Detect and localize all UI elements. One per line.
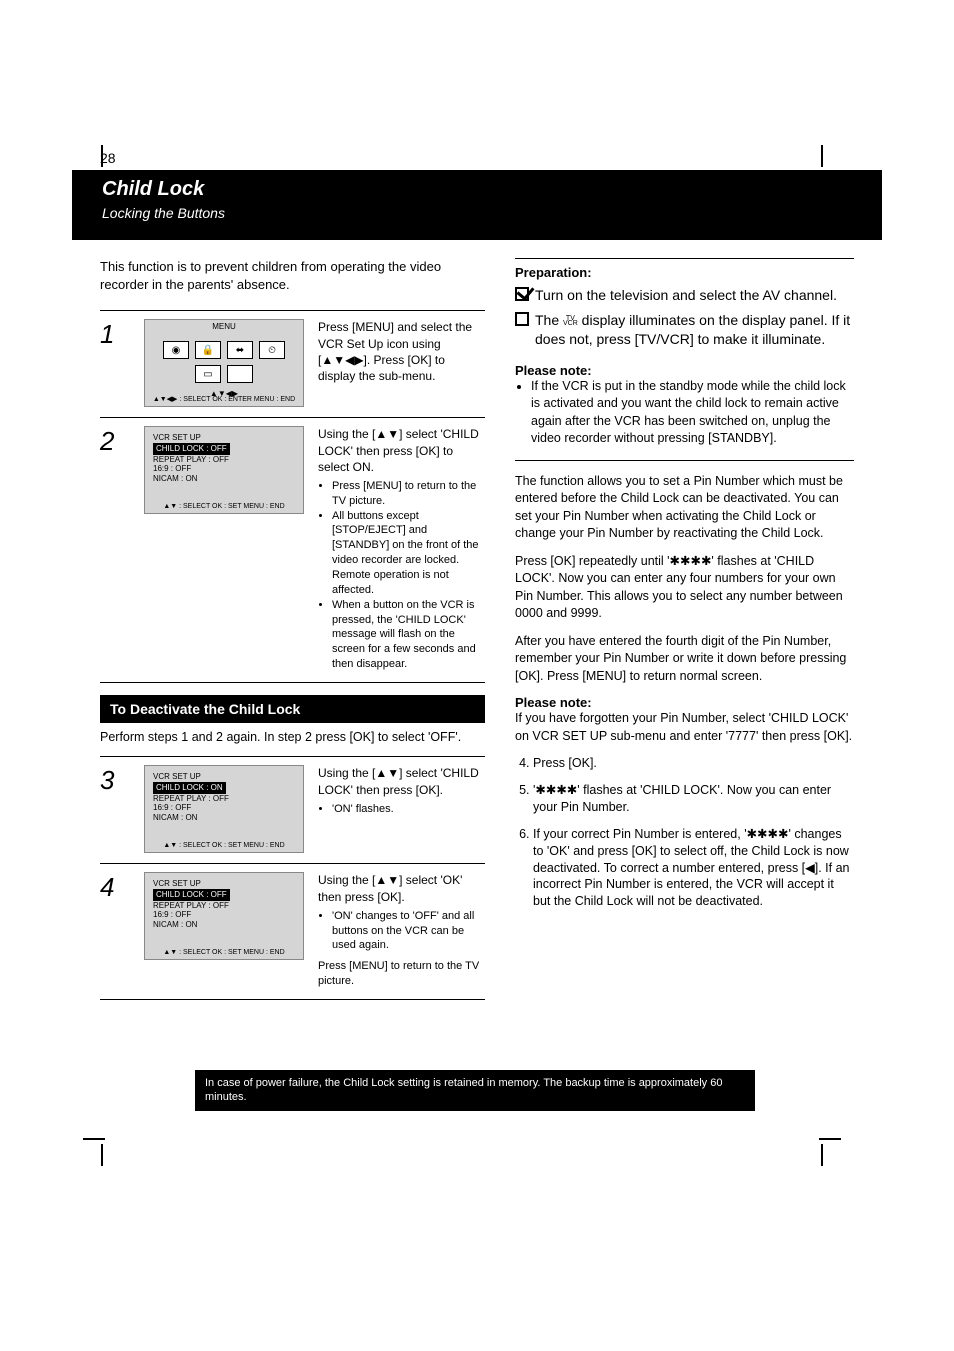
osd-menu: VCR SET UP CHILD LOCK : ON REPEAT PLAY :… (145, 766, 303, 828)
check-text: The TVVCR display illuminates on the dis… (535, 311, 854, 349)
step-3-text: Using the [▲▼] select 'CHILD LOCK' then … (318, 765, 485, 853)
step-1-text: Press [MENU] and select the VCR Set Up i… (318, 319, 485, 407)
step-2-osd: VCR SET UP CHILD LOCK : OFF REPEAT PLAY … (144, 426, 304, 514)
pin-text-3: After you have entered the fourth digit … (515, 633, 854, 686)
checkbox-icon (515, 312, 529, 326)
deact-step: If your correct Pin Number is entered, '… (533, 826, 854, 910)
step-number: 3 (100, 765, 130, 853)
step-2-heading: Using the [▲▼] select 'CHILD LOCK' then … (318, 426, 485, 475)
tvvcr-icon: TVVCR (563, 316, 578, 327)
step-1-osd: MENU ◉ 🔒 ⬌ ⏲ ▭ ▲▼◀▶ ▲▼◀▶ : SELECT OK : E… (144, 319, 304, 407)
check-1: Turn on the television and select the AV… (515, 286, 854, 305)
step-2-text: Using the [▲▼] select 'CHILD LOCK' then … (318, 426, 485, 672)
note-item: If the VCR is put in the standby mode wh… (531, 378, 854, 448)
osd-bottom-4: ▲▼ : SELECT OK : SET MENU : END (145, 949, 303, 956)
menu-item: 16:9 : OFF (153, 803, 191, 812)
osd-menu-title: VCR SET UP (153, 433, 295, 443)
menu-item: REPEAT PLAY : OFF (153, 455, 229, 464)
display-icon: ▭ (195, 365, 221, 383)
menu-item-hilite: CHILD LOCK : OFF (153, 443, 230, 455)
crop-mark-bl (75, 1136, 105, 1166)
prep-label: Preparation: (515, 265, 854, 280)
bullet: 'ON' changes to 'OFF' and all buttons on… (332, 909, 485, 954)
bullet: All buttons except [STOP/EJECT] and [STA… (332, 509, 485, 598)
menu-item: REPEAT PLAY : OFF (153, 901, 229, 910)
right-column: Preparation: Turn on the television and … (515, 258, 854, 1000)
osd-title: MENU (145, 320, 303, 331)
bullet: Press [MENU] to return to the TV picture… (332, 479, 485, 509)
page-number: 28 (100, 150, 116, 166)
menu-icons: ◉ 🔒 ⬌ ⏲ ▭ (145, 331, 303, 383)
menu-item: 16:9 : OFF (153, 910, 191, 919)
menu-item: 16:9 : OFF (153, 464, 191, 473)
blank-icon (227, 365, 253, 383)
pin-note: If you have forgotten your Pin Number, s… (515, 710, 854, 745)
separator (515, 460, 854, 461)
header-bar: Child Lock Locking the Buttons (72, 170, 882, 240)
footer-note: In case of power failure, the Child Lock… (195, 1070, 755, 1111)
checkbox-icon (515, 287, 529, 301)
check-2: The TVVCR display illuminates on the dis… (515, 311, 854, 349)
crop-mark-br (819, 1136, 849, 1166)
vcr-setup-icon: 🔒 (195, 341, 221, 359)
menu-item: NICAM : ON (153, 474, 197, 483)
step-number: 2 (100, 426, 130, 672)
step-3: 3 VCR SET UP CHILD LOCK : ON REPEAT PLAY… (100, 756, 485, 863)
menu-item: NICAM : ON (153, 920, 197, 929)
step-4-text: Using the [▲▼] select 'OK' then press [O… (318, 872, 485, 989)
step-number: 4 (100, 872, 130, 989)
step-4-after: Press [MENU] to return to the TV picture… (318, 959, 485, 989)
step-4-heading: Using the [▲▼] select 'OK' then press [O… (318, 872, 485, 904)
step-number: 1 (100, 319, 130, 407)
step-1: 1 MENU ◉ 🔒 ⬌ ⏲ ▭ ▲▼◀▶ ▲▼◀▶ : SELECT OK :… (100, 310, 485, 417)
menu-item: REPEAT PLAY : OFF (153, 794, 229, 803)
step-3-osd: VCR SET UP CHILD LOCK : ON REPEAT PLAY :… (144, 765, 304, 853)
deact-step: Press [OK]. (533, 755, 854, 772)
step-2: 2 VCR SET UP CHILD LOCK : OFF REPEAT PLA… (100, 417, 485, 682)
deactivate-steps: Press [OK]. '✱✱✱✱' flashes at 'CHILD LOC… (533, 755, 854, 910)
deactivate-text: Perform steps 1 and 2 again. In step 2 p… (100, 729, 485, 747)
osd-menu-title: VCR SET UP (153, 772, 295, 782)
header-subtitle: Locking the Buttons (102, 205, 852, 221)
left-column: This function is to prevent children fro… (100, 258, 485, 1000)
note-heading: Please note: (515, 363, 854, 378)
pin-note-label: Please note: (515, 695, 854, 710)
step-1-heading: Press [MENU] and select the VCR Set Up i… (318, 319, 485, 384)
tape-icon: ⬌ (227, 341, 253, 359)
bullet: 'ON' flashes. (332, 802, 485, 817)
osd-bottom-2: ▲▼ : SELECT OK : SET MENU : END (145, 503, 303, 510)
menu-item-hilite: CHILD LOCK : OFF (153, 889, 230, 901)
osd-menu-title: VCR SET UP (153, 879, 295, 889)
intro-text: This function is to prevent children fro… (100, 258, 485, 294)
step-4-osd: VCR SET UP CHILD LOCK : OFF REPEAT PLAY … (144, 872, 304, 960)
tuning-icon: ◉ (163, 341, 189, 359)
menu-item-hilite: CHILD LOCK : ON (153, 782, 226, 794)
header-title: Child Lock (102, 178, 852, 201)
timer-icon: ⏲ (259, 341, 285, 359)
osd-bottom-1: ▲▼◀▶ : SELECT OK : ENTER MENU : END (145, 395, 303, 403)
osd-bottom-3: ▲▼ : SELECT OK : SET MENU : END (145, 842, 303, 849)
bullet: When a button on the VCR is pressed, the… (332, 598, 485, 672)
deactivate-heading: To Deactivate the Child Lock (100, 695, 485, 723)
check-text: Turn on the television and select the AV… (535, 286, 837, 305)
pin-text-1: The function allows you to set a Pin Num… (515, 473, 854, 543)
deact-step: '✱✱✱✱' flashes at 'CHILD LOCK'. Now you … (533, 782, 854, 816)
step-3-heading: Using the [▲▼] select 'CHILD LOCK' then … (318, 765, 485, 797)
osd-menu: VCR SET UP CHILD LOCK : OFF REPEAT PLAY … (145, 873, 303, 935)
pin-text-2: Press [OK] repeatedly until '✱✱✱✱' flash… (515, 553, 854, 623)
step-4: 4 VCR SET UP CHILD LOCK : OFF REPEAT PLA… (100, 863, 485, 999)
menu-item: NICAM : ON (153, 813, 197, 822)
osd-menu: VCR SET UP CHILD LOCK : OFF REPEAT PLAY … (145, 427, 303, 489)
